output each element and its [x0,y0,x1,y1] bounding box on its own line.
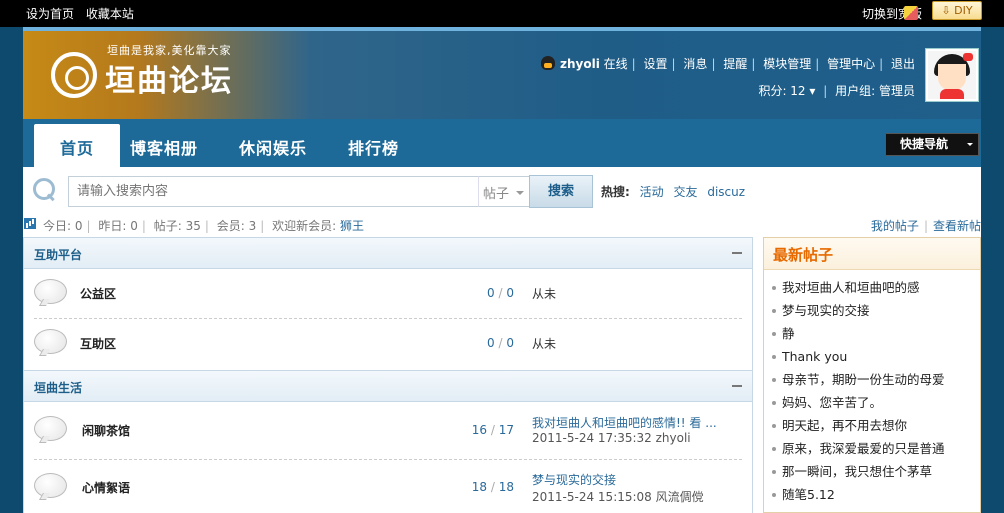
list-item[interactable]: 妈妈、您辛苦了。 [772,393,980,416]
site-name: 垣曲论坛 [105,64,233,99]
collapse-icon[interactable] [732,385,742,387]
board-row: 互助区 0 / 0 从未 [24,319,752,369]
board-status-icon [34,416,67,443]
stat-today: 今日: 0 [43,219,83,233]
admin-center-link[interactable]: 管理中心 [827,57,875,71]
chevron-down-icon[interactable]: ▾ [809,84,815,98]
last-post-link[interactable]: 我对垣曲人和垣曲吧的感情!! 看 ... [532,416,717,430]
newest-member-link[interactable]: 狮王 [340,219,364,233]
stat-posts: 帖子: 35 [153,219,201,233]
board-status-icon [34,279,67,306]
board-counts: 18 / 18 [471,480,514,494]
search-icon [33,178,55,200]
board-counts: 16 / 17 [471,423,514,437]
board-name[interactable]: 公益区 [80,285,116,302]
board-counts: 0 / 0 [487,286,514,300]
board-row: 心情絮语 18 / 18 梦与现实的交接 2011-5-24 15:15:08 … [24,460,752,513]
forum-stats: 今日: 0 | 昨日: 0 | 帖子: 35 | 会员: 3 | 欢迎新会员: 狮王 我… [23,215,981,235]
board-row: 公益区 0 / 0 从未 [24,269,752,319]
bookmark-link[interactable]: 收藏本站 [86,7,134,21]
search-bar: 帖子 搜索 热搜: 活动 交友 discuz [23,167,981,213]
user-info: 积分: 12 ▾ | 用户组: 管理员 [758,84,915,98]
stat-yesterday: 昨日: 0 [98,219,138,233]
quick-nav-button[interactable]: 快捷导航 [885,133,979,156]
online-status: 在线 [603,57,628,71]
points-dropdown[interactable]: 积分: 12 [758,84,805,98]
board-counts: 0 / 0 [487,336,514,350]
stat-members: 会员: 3 [216,219,257,233]
stats-chart-icon [24,218,36,229]
list-item[interactable]: 随笔5.12 [772,485,980,508]
board-last-post: 我对垣曲人和垣曲吧的感情!! 看 ... [532,414,717,431]
qq-penguin-icon [540,56,555,70]
board-status-icon [34,329,67,356]
diy-label: DIY [954,4,973,17]
settings-link[interactable]: 设置 [644,57,668,71]
hot-term-friends[interactable]: 交友 [673,185,697,199]
tab-leisure[interactable]: 休闲娱乐 [239,135,307,159]
avatar[interactable] [925,48,979,102]
user-links: zhyoli 在线 | 设置 | 消息 | 提醒 | 模块管理 | 管理中心 | 退出 [540,55,915,72]
search-scope-select[interactable]: 帖子 [478,176,530,207]
category-title[interactable]: 互助平台 [34,246,82,263]
hot-term-discuz[interactable]: discuz [707,185,745,199]
board-status-icon [34,473,67,500]
view-new-posts-link[interactable]: 查看新帖 [933,219,981,233]
site-header: 垣曲是我家,美化靠大家 垣曲论坛 zhyoli 在线 | 设置 | 消息 | 提醒 | … [23,27,981,119]
header-stripe [23,27,981,31]
tab-home[interactable]: 首页 [34,124,120,168]
board-row: 闲聊茶馆 16 / 17 我对垣曲人和垣曲吧的感情!! 看 ... 2011-5… [24,403,752,460]
logo-emblem-icon [51,52,97,98]
user-group: 用户组: 管理员 [835,84,915,98]
category-title[interactable]: 垣曲生活 [34,379,82,396]
last-post-link[interactable]: 梦与现实的交接 [532,473,616,487]
list-item[interactable]: Thank you [772,347,980,370]
category-header: 互助平台 [24,237,752,269]
main-content: 帖子 搜索 热搜: 活动 交友 discuz 今日: 0| 昨日: 0| 帖子:… [23,167,981,513]
logout-link[interactable]: 退出 [891,57,915,71]
username-link[interactable]: zhyoli [560,57,600,71]
board-name[interactable]: 互助区 [80,335,116,352]
top-bar: 设为首页 收藏本站 切换到宽版 ⇩ DIY [0,0,1004,27]
board-last-post: 从未 [532,337,557,351]
hot-term-activity[interactable]: 活动 [640,185,664,199]
last-post-meta: 2011-5-24 17:35:32 zhyoli [532,431,691,445]
board-name[interactable]: 闲聊茶馆 [82,422,130,439]
latest-posts-list: 我对垣曲人和垣曲吧的感 梦与现实的交接 静 Thank you 母亲节，期盼一份… [764,270,980,508]
hot-searches: 热搜: 活动 交友 discuz [601,183,745,200]
list-item[interactable]: 母亲节，期盼一份生动的母爱 [772,370,980,393]
site-logo[interactable]: 垣曲是我家,美化靠大家 垣曲论坛 [51,42,251,112]
search-input[interactable] [68,176,480,207]
board-name[interactable]: 心情絮语 [82,479,130,496]
list-item[interactable]: 我对垣曲人和垣曲吧的感 [772,278,980,301]
list-item[interactable]: 原来，我深爱最爱的只是普通 [772,439,980,462]
last-post-meta: 2011-5-24 15:15:08 风流倜傥 [532,490,704,504]
switch-width-icon[interactable] [904,6,918,20]
latest-posts-title: 最新帖子 [764,238,980,270]
main-nav: 首页 博客相册 休闲娱乐 排行榜 快捷导航 [23,119,981,168]
diy-button[interactable]: ⇩ DIY [932,1,982,20]
tab-blog-album[interactable]: 博客相册 [130,135,198,159]
list-item[interactable]: 静 [772,324,980,347]
reminders-link[interactable]: 提醒 [723,57,747,71]
hot-label: 热搜: [601,185,630,199]
top-links: 设为首页 收藏本站 [26,5,142,22]
collapse-icon[interactable] [732,252,742,254]
tab-ranking[interactable]: 排行榜 [348,135,399,159]
board-last-post: 梦与现实的交接 [532,471,616,488]
my-posts-link[interactable]: 我的帖子 [871,219,919,233]
forum-list: 互助平台 公益区 0 / 0 从未 互助区 0 / 0 从未 垣曲生活 闲聊茶馆… [23,237,753,513]
avatar-face [928,51,976,99]
board-last-post: 从未 [532,287,557,301]
category-header: 垣曲生活 [24,370,752,402]
list-item[interactable]: 那一瞬间，我只想住个茅草 [772,462,980,485]
search-button[interactable]: 搜索 [529,175,593,208]
set-home-link[interactable]: 设为首页 [26,7,74,21]
list-item[interactable]: 明天起，再不用去想你 [772,416,980,439]
welcome-text: 欢迎新会员: [272,219,340,233]
messages-link[interactable]: 消息 [683,57,707,71]
module-manage-link[interactable]: 模块管理 [763,57,811,71]
latest-posts-panel: 最新帖子 我对垣曲人和垣曲吧的感 梦与现实的交接 静 Thank you 母亲节… [763,237,981,513]
list-item[interactable]: 梦与现实的交接 [772,301,980,324]
